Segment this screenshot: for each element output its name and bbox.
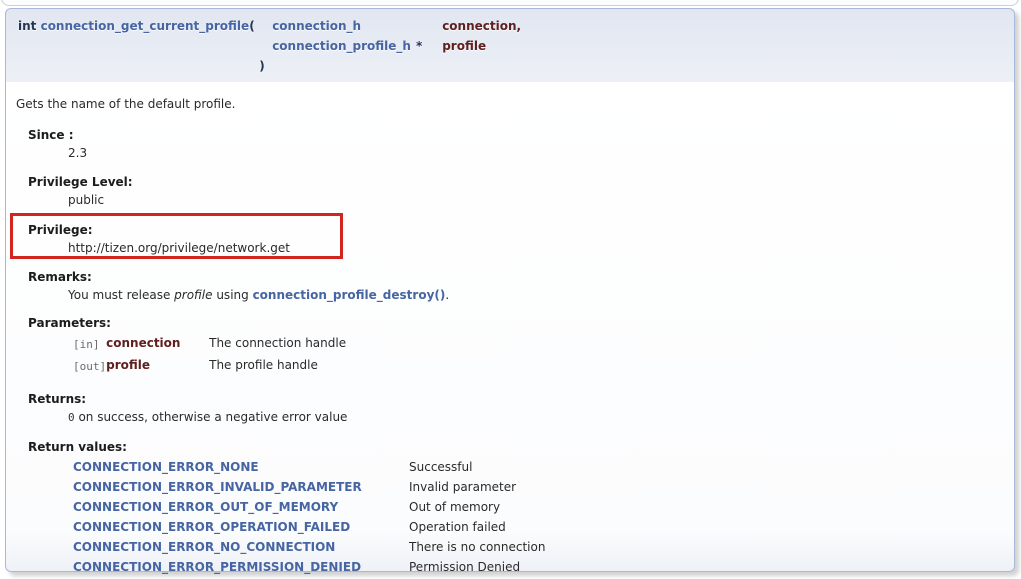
privilege-level-value: public bbox=[68, 192, 1004, 208]
parameters-table: [in] connection The connection handle [o… bbox=[73, 333, 346, 377]
error-description: Permission Denied bbox=[409, 557, 545, 577]
function-doc-body: Gets the name of the default profile. Si… bbox=[5, 82, 1015, 572]
remarks-prefix: You must release bbox=[68, 288, 174, 302]
return-values-label: Return values: bbox=[28, 439, 1004, 455]
error-description: There is no connection bbox=[409, 537, 545, 557]
prototype-row-1: int connection_get_current_profile ( con… bbox=[18, 16, 521, 36]
since-value: 2.3 bbox=[68, 145, 1004, 161]
close-paren: ) bbox=[249, 58, 264, 74]
remarks-emphasis: profile bbox=[174, 288, 212, 302]
return-value-row: CONNECTION_ERROR_INVALID_PARAMETER Inval… bbox=[73, 477, 545, 497]
remarks-text: You must release profile using connectio… bbox=[68, 287, 1004, 303]
returns-description: on success, otherwise a negative error v… bbox=[75, 410, 348, 424]
function-prototype-box: int connection_get_current_profile ( con… bbox=[5, 8, 1015, 82]
error-code-link[interactable]: CONNECTION_ERROR_PERMISSION_DENIED bbox=[73, 560, 361, 574]
prototype-row-2: connection_profile_h * profile bbox=[18, 36, 521, 56]
param-name: connection, bbox=[442, 16, 521, 36]
privilege-label: Privilege: bbox=[28, 222, 1004, 238]
param-type-cell: connection_profile_h * bbox=[272, 36, 442, 56]
error-description: Out of memory bbox=[409, 497, 545, 517]
function-name-link[interactable]: connection_get_current_profile bbox=[41, 19, 250, 33]
privilege-section-wrap: Privilege: http://tizen.org/privilege/ne… bbox=[16, 222, 1004, 256]
since-label: Since : bbox=[28, 127, 1004, 143]
function-description: Gets the name of the default profile. bbox=[16, 96, 1004, 112]
return-value-row: CONNECTION_ERROR_OPERATION_FAILED Operat… bbox=[73, 517, 545, 537]
section-parameters: Parameters: [in] connection The connecti… bbox=[28, 315, 1004, 377]
return-value-row: CONNECTION_ERROR_PERMISSION_DENIED Permi… bbox=[73, 557, 545, 577]
error-description: Successful bbox=[409, 457, 545, 477]
parameters-content: [in] connection The connection handle [o… bbox=[68, 333, 1004, 377]
return-values-table: CONNECTION_ERROR_NONE Successful CONNECT… bbox=[73, 457, 545, 577]
return-values-content: CONNECTION_ERROR_NONE Successful CONNECT… bbox=[68, 457, 1004, 577]
destroy-function-link[interactable]: connection_profile_destroy() bbox=[253, 288, 446, 302]
section-since: Since : 2.3 bbox=[28, 127, 1004, 161]
error-description: Operation failed bbox=[409, 517, 545, 537]
return-type: int bbox=[18, 19, 41, 33]
function-name-cell: int connection_get_current_profile bbox=[18, 16, 249, 36]
param-type-cell: connection_h bbox=[272, 16, 442, 36]
pointer-star: * bbox=[416, 39, 422, 53]
error-code-link[interactable]: CONNECTION_ERROR_OPERATION_FAILED bbox=[73, 520, 350, 534]
param-direction: [in] bbox=[73, 333, 106, 355]
parameter-row: [out] profile The profile handle bbox=[73, 355, 346, 377]
privilege-level-label: Privilege Level: bbox=[28, 174, 1004, 190]
returns-text: 0 on success, otherwise a negative error… bbox=[68, 409, 1004, 426]
returns-label: Returns: bbox=[28, 391, 1004, 407]
remarks-suffix: . bbox=[445, 288, 449, 302]
return-value-row: CONNECTION_ERROR_NONE Successful bbox=[73, 457, 545, 477]
param-name: profile bbox=[106, 355, 209, 377]
section-returns: Returns: 0 on success, otherwise a negat… bbox=[28, 391, 1004, 426]
param-name: connection bbox=[106, 333, 209, 355]
previous-section-bottom-edge bbox=[1, 0, 1019, 6]
section-return-values: Return values: CONNECTION_ERROR_NONE Suc… bbox=[28, 439, 1004, 577]
remarks-middle: using bbox=[213, 288, 253, 302]
error-code-link[interactable]: CONNECTION_ERROR_OUT_OF_MEMORY bbox=[73, 500, 338, 514]
param-type-link[interactable]: connection_profile_h bbox=[272, 39, 411, 53]
param-type-link[interactable]: connection_h bbox=[272, 19, 361, 33]
param-description: The connection handle bbox=[209, 333, 346, 355]
function-doc-block: int connection_get_current_profile ( con… bbox=[5, 8, 1015, 572]
section-privilege-level: Privilege Level: public bbox=[28, 174, 1004, 208]
privilege-value: http://tizen.org/privilege/network.get bbox=[68, 240, 1004, 256]
error-code-link[interactable]: CONNECTION_ERROR_INVALID_PARAMETER bbox=[73, 480, 362, 494]
param-direction: [out] bbox=[73, 355, 106, 377]
open-paren: ( bbox=[249, 16, 272, 36]
param-description: The profile handle bbox=[209, 355, 346, 377]
param-name: profile bbox=[442, 36, 521, 56]
remarks-label: Remarks: bbox=[28, 269, 1004, 285]
section-privilege: Privilege: http://tizen.org/privilege/ne… bbox=[28, 222, 1004, 256]
error-description: Invalid parameter bbox=[409, 477, 545, 497]
returns-code: 0 bbox=[68, 411, 75, 424]
section-remarks: Remarks: You must release profile using … bbox=[28, 269, 1004, 303]
error-code-link[interactable]: CONNECTION_ERROR_NONE bbox=[73, 460, 259, 474]
return-value-row: CONNECTION_ERROR_OUT_OF_MEMORY Out of me… bbox=[73, 497, 545, 517]
prototype-row-3: ) bbox=[18, 56, 521, 76]
parameters-label: Parameters: bbox=[28, 315, 1004, 331]
prototype-table: int connection_get_current_profile ( con… bbox=[18, 16, 521, 76]
parameter-row: [in] connection The connection handle bbox=[73, 333, 346, 355]
return-value-row: CONNECTION_ERROR_NO_CONNECTION There is … bbox=[73, 537, 545, 557]
error-code-link[interactable]: CONNECTION_ERROR_NO_CONNECTION bbox=[73, 540, 335, 554]
